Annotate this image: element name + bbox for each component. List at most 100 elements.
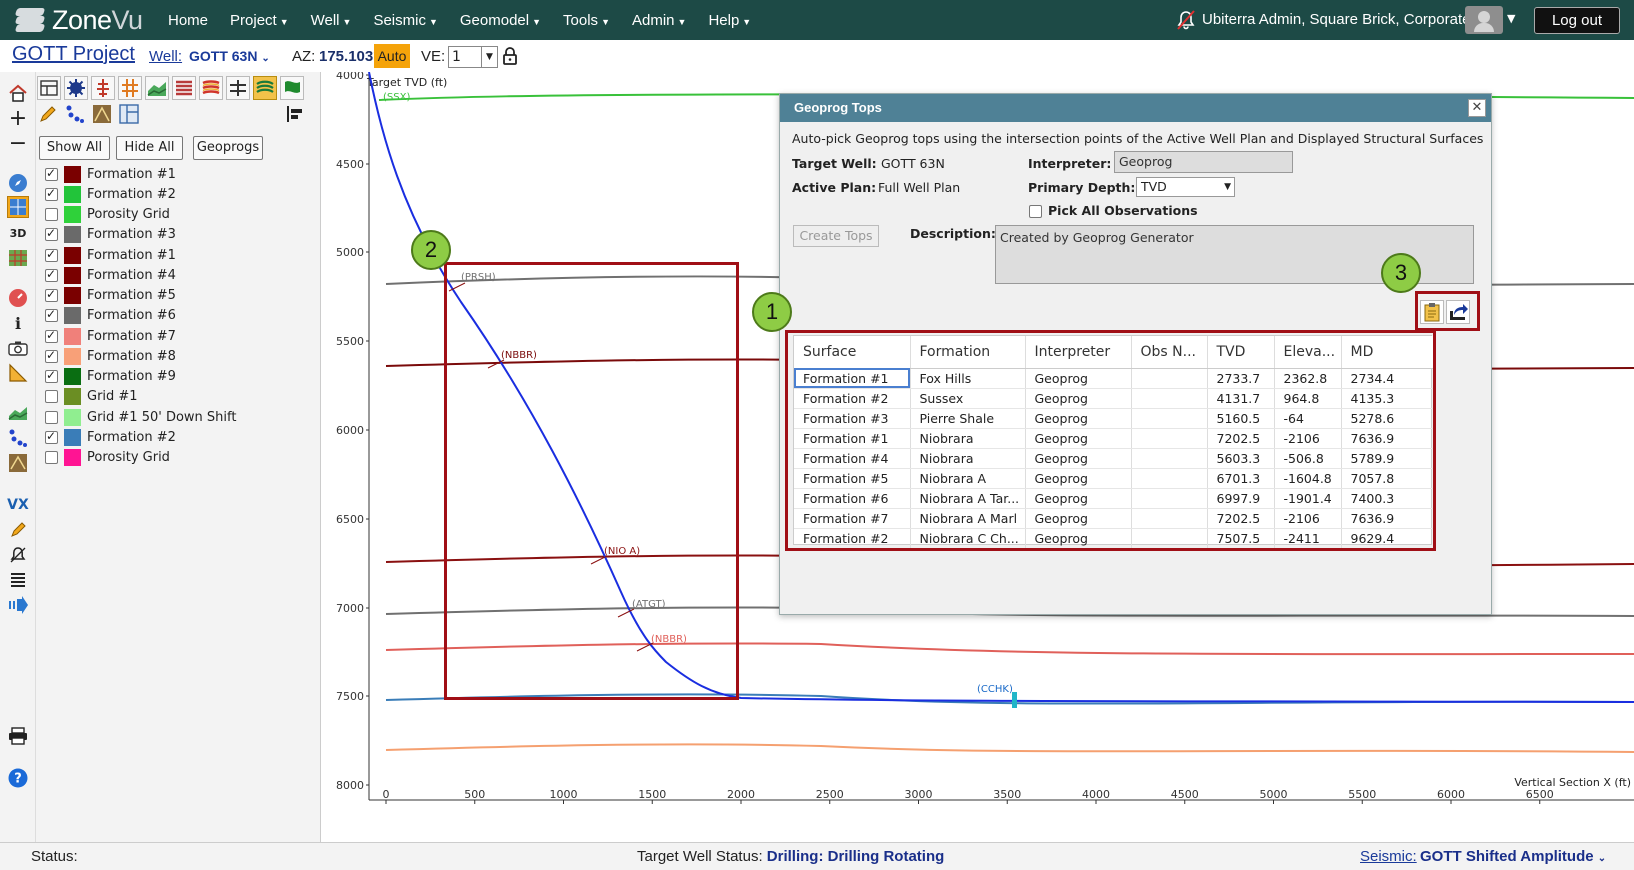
nav-project[interactable]: Project ▼ xyxy=(230,12,289,29)
table-layout-icon[interactable] xyxy=(37,76,61,100)
horizon-lines-icon[interactable] xyxy=(199,76,223,100)
layer-color-swatch[interactable] xyxy=(64,347,81,365)
surfaces-icon[interactable] xyxy=(7,402,29,424)
vx-icon[interactable]: VX xyxy=(7,494,29,516)
project-link[interactable]: GOTT Project xyxy=(12,43,135,66)
create-tops-button[interactable]: Create Tops xyxy=(793,225,879,247)
layer-item[interactable]: Formation #8 xyxy=(45,346,176,366)
zoom-in-icon[interactable]: + xyxy=(7,106,29,131)
layer-checkbox[interactable] xyxy=(45,267,58,282)
layer-color-swatch[interactable] xyxy=(64,449,81,466)
well-tops-icon[interactable] xyxy=(118,76,142,100)
nav-help[interactable]: Help ▼ xyxy=(708,12,751,29)
pick-all-checkbox[interactable] xyxy=(1029,205,1042,218)
points-icon[interactable] xyxy=(7,427,29,449)
layer-checkbox[interactable] xyxy=(45,429,58,444)
info-icon[interactable]: i xyxy=(7,312,29,334)
zoom-out-icon[interactable]: − xyxy=(7,131,29,156)
panel-layout-icon[interactable] xyxy=(118,103,142,127)
show-all-button[interactable]: Show All xyxy=(39,136,110,160)
layer-color-swatch[interactable] xyxy=(64,266,81,284)
layer-color-swatch[interactable] xyxy=(64,226,81,244)
layer-checkbox[interactable] xyxy=(45,226,58,242)
user-name[interactable]: Ubiterra Admin, Square Brick, Corporate xyxy=(1202,11,1470,28)
auto-azimuth-button[interactable]: Auto xyxy=(374,44,410,68)
gauge-icon[interactable] xyxy=(7,287,29,309)
3d-view-icon[interactable]: 3D xyxy=(7,222,29,244)
layer-checkbox[interactable] xyxy=(45,410,58,424)
layer-checkbox[interactable] xyxy=(45,451,58,464)
layer-checkbox[interactable] xyxy=(45,247,58,262)
layer-color-swatch[interactable] xyxy=(64,206,81,223)
edit-pencil-icon[interactable] xyxy=(37,103,61,127)
flag-icon[interactable] xyxy=(280,76,304,100)
interpreter-input[interactable]: Geoprog xyxy=(1114,151,1293,173)
layer-item[interactable]: Grid #1 xyxy=(45,387,138,407)
geoprogs-button[interactable]: Geoprogs xyxy=(193,136,263,160)
layer-checkbox[interactable] xyxy=(45,328,58,343)
layer-item[interactable]: Grid #1 50' Down Shift xyxy=(45,407,236,427)
layer-item[interactable]: Formation #2 xyxy=(45,184,176,204)
layer-color-swatch[interactable] xyxy=(64,327,81,345)
layer-item[interactable]: Formation #1 xyxy=(45,164,176,184)
nav-geomodel[interactable]: Geomodel ▼ xyxy=(460,12,541,29)
well-icon[interactable] xyxy=(91,76,115,100)
seismic-link[interactable]: Seismic: xyxy=(1360,848,1417,865)
layer-checkbox[interactable] xyxy=(45,186,58,201)
nav-tools[interactable]: Tools ▼ xyxy=(563,12,610,29)
layer-checkbox[interactable] xyxy=(45,390,58,404)
layer-item[interactable]: Formation #2 xyxy=(45,427,176,447)
faults-icon[interactable] xyxy=(7,452,29,474)
layer-item[interactable]: Formation #3 xyxy=(45,225,176,245)
hide-all-button[interactable]: Hide All xyxy=(116,136,183,160)
layer-color-swatch[interactable] xyxy=(64,307,81,325)
layer-color-swatch[interactable] xyxy=(64,246,81,264)
layer-color-swatch[interactable] xyxy=(64,368,81,385)
pencil-icon[interactable] xyxy=(7,519,29,541)
nav-admin[interactable]: Admin ▼ xyxy=(632,12,686,29)
cross-section-icon[interactable] xyxy=(7,196,29,218)
map-icon[interactable] xyxy=(7,247,29,269)
layer-item[interactable]: Formation #6 xyxy=(45,306,176,326)
formation-stack-icon[interactable] xyxy=(172,76,196,100)
survey-points-icon[interactable] xyxy=(64,103,88,127)
layer-checkbox[interactable] xyxy=(45,348,58,363)
dialog-titlebar[interactable]: Geoprog Tops ✕ xyxy=(780,94,1491,122)
layer-checkbox[interactable] xyxy=(45,287,58,302)
structural-surface-icon[interactable] xyxy=(145,76,169,100)
layer-checkbox[interactable] xyxy=(45,208,58,221)
seismic-selector[interactable]: GOTT Shifted Amplitude ⌄ xyxy=(1420,848,1606,865)
layer-color-swatch[interactable] xyxy=(64,428,81,446)
layer-color-swatch[interactable] xyxy=(64,185,81,203)
ruler-icon[interactable] xyxy=(7,362,29,384)
user-menu-caret-icon[interactable]: ▼ xyxy=(1507,12,1515,25)
fault-block-icon[interactable] xyxy=(91,103,115,127)
well-selector[interactable]: GOTT 63N ⌄ xyxy=(189,48,270,64)
layer-item[interactable]: Formation #1 xyxy=(45,245,176,265)
zonevu-logo[interactable]: ZoneVu xyxy=(14,4,143,36)
export-arrow-icon[interactable] xyxy=(7,594,29,616)
layer-color-swatch[interactable] xyxy=(64,408,81,426)
layer-checkbox[interactable] xyxy=(45,166,58,181)
help-icon[interactable]: ? xyxy=(7,767,29,789)
layer-item[interactable]: Formation #4 xyxy=(45,265,176,285)
logout-button[interactable]: Log out xyxy=(1534,7,1620,34)
well-label[interactable]: Well: xyxy=(149,48,182,65)
print-icon[interactable] xyxy=(7,725,29,747)
layer-item[interactable]: Formation #7 xyxy=(45,326,176,346)
notifications-muted-icon[interactable] xyxy=(1175,9,1197,31)
close-icon[interactable]: ✕ xyxy=(1468,99,1486,117)
seismic-gear-icon[interactable] xyxy=(64,76,88,100)
align-left-icon[interactable] xyxy=(284,103,308,127)
geoprog-layers-icon[interactable] xyxy=(253,76,277,100)
layer-color-swatch[interactable] xyxy=(64,287,81,304)
primary-depth-select[interactable]: TVD ▼ xyxy=(1136,177,1235,197)
layer-checkbox[interactable] xyxy=(45,368,58,383)
lock-icon[interactable] xyxy=(503,47,517,65)
layer-item[interactable]: Formation #9 xyxy=(45,367,176,387)
avatar[interactable] xyxy=(1465,6,1503,34)
camera-icon[interactable] xyxy=(7,337,29,359)
layers-list-icon[interactable] xyxy=(7,569,29,591)
layer-color-swatch[interactable] xyxy=(64,165,81,183)
layer-item[interactable]: Porosity Grid xyxy=(45,448,170,468)
